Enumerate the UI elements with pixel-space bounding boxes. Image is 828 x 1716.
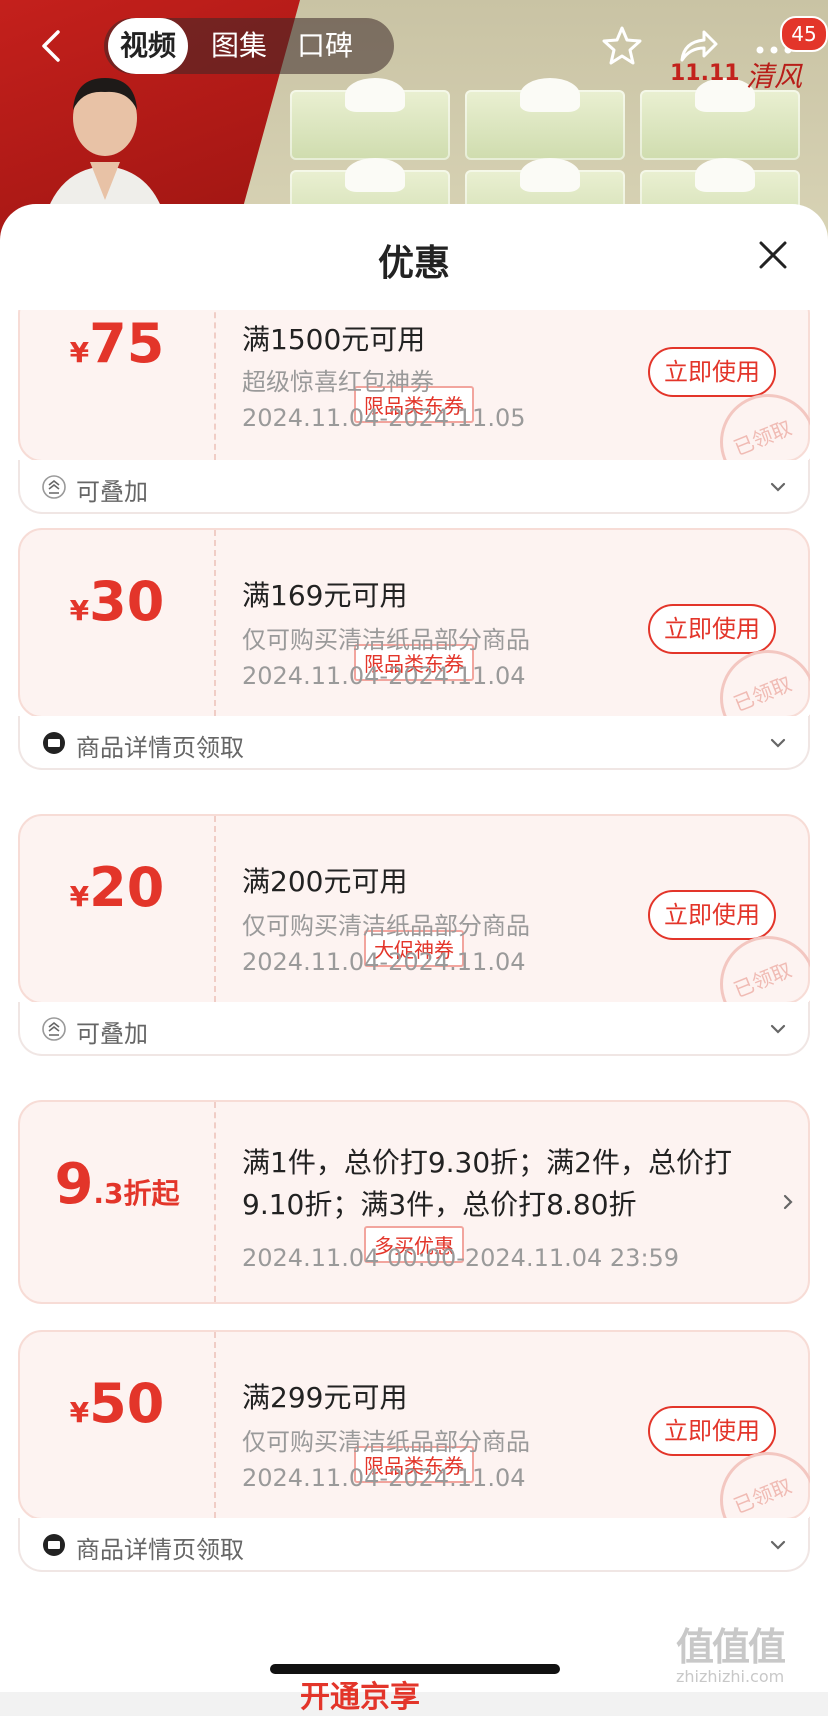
discount-rate: 9.3折起 [54,1152,180,1217]
coupon-condition: 满200元可用 [242,865,408,898]
home-indicator [270,1664,560,1674]
coupon-date: 2024.11.04-2024.11.05 [242,404,526,432]
footer-label: 商品详情页领取 [76,734,244,762]
coupon-item: ¥20 大促神券 满200元可用 仅可购买清洁纸品部分商品 2024.11.04… [18,814,810,1056]
tab-gallery[interactable]: 图集 [202,18,276,74]
coupon-description: 仅可购买清洁纸品部分商品 [242,1428,530,1456]
claimed-stamp: 已领取 [710,936,810,1006]
use-now-button[interactable]: 立即使用 [648,347,776,397]
top-navigation: 视频 图集 口碑 45 [0,14,828,78]
use-now-button[interactable]: 立即使用 [648,604,776,654]
ticket-icon [43,732,65,754]
coupon-item: ¥50 限品类东券 满299元可用 仅可购买清洁纸品部分商品 2024.11.0… [18,1330,810,1572]
tab-reviews[interactable]: 口碑 [288,18,362,74]
coupon-description: 超级惊喜红包神券 [242,368,434,396]
coupon-list[interactable]: ¥75 限品类东券 满1500元可用 超级惊喜红包神券 2024.11.04-2… [0,310,828,1692]
star-icon[interactable] [598,22,646,70]
back-arrow-icon[interactable] [34,28,70,64]
share-icon[interactable] [674,22,722,70]
coupon-description: 仅可购买清洁纸品部分商品 [242,912,530,940]
coupon-description: 仅可购买清洁纸品部分商品 [242,626,530,654]
coupon-sheet: 优惠 ¥75 限品类东券 满1500元可用 超级惊喜红包神券 2024.11.0… [0,204,828,1692]
chevron-down-icon [770,1024,786,1034]
coupon-footer[interactable]: 可叠加 [18,1002,810,1056]
coupon-item: ¥75 限品类东券 满1500元可用 超级惊喜红包神券 2024.11.04-2… [18,310,810,514]
coupon-footer[interactable]: 可叠加 [18,460,810,514]
coupon-card: ¥30 限品类东券 满169元可用 仅可购买清洁纸品部分商品 2024.11.0… [18,528,810,720]
coupon-date: 2024.11.04-2024.11.04 [242,1464,526,1492]
coupon-date: 2024.11.04 00:00-2024.11.04 23:59 [242,1244,680,1272]
footer-label: 可叠加 [76,1020,148,1048]
coupon-amount: ¥20 [69,856,165,919]
coupon-date: 2024.11.04-2024.11.04 [242,948,526,976]
coupon-footer[interactable]: 商品详情页领取 [18,716,810,770]
claimed-stamp: 已领取 [710,394,810,464]
site-watermark: 值值值 zhizhizhi.com [676,1625,786,1686]
media-tab-switcher: 视频 图集 口碑 [104,18,394,74]
membership-banner-peek[interactable]: 开通京享 [300,1672,420,1716]
claimed-stamp: 已领取 [710,1452,810,1522]
notification-badge: 45 [780,16,828,52]
chevron-right-icon[interactable] [778,1192,798,1212]
multi-buy-condition: 满1件，总价打9.30折；满2件，总价打9.10折；满3件，总价打8.80折 [242,1146,732,1221]
chevron-down-icon [770,482,786,492]
coupon-amount: ¥30 [69,570,165,633]
use-now-button[interactable]: 立即使用 [648,890,776,940]
coupon-date: 2024.11.04-2024.11.04 [242,662,526,690]
tab-video[interactable]: 视频 [108,18,188,74]
footer-label: 可叠加 [76,478,148,506]
coupon-condition: 满299元可用 [242,1381,408,1414]
coupon-footer[interactable]: 商品详情页领取 [18,1518,810,1572]
multi-buy-card[interactable]: 9.3折起 多买优惠 满1件，总价打9.30折；满2件，总价打9.10折；满3件… [18,1100,810,1304]
coupon-item[interactable]: 9.3折起 多买优惠 满1件，总价打9.30折；满2件，总价打9.10折；满3件… [18,1100,810,1304]
coupon-card: ¥75 限品类东券 满1500元可用 超级惊喜红包神券 2024.11.04-2… [18,310,810,464]
coupon-item: ¥30 限品类东券 满169元可用 仅可购买清洁纸品部分商品 2024.11.0… [18,528,810,770]
coupon-amount: ¥50 [69,1372,165,1435]
coupon-amount: ¥75 [69,312,165,375]
footer-label: 商品详情页领取 [76,1536,244,1564]
chevron-down-icon [770,738,786,748]
coupon-card: ¥50 限品类东券 满299元可用 仅可购买清洁纸品部分商品 2024.11.0… [18,1330,810,1522]
chevron-down-icon [770,1540,786,1550]
close-icon[interactable] [758,240,788,270]
coupon-card: ¥20 大促神券 满200元可用 仅可购买清洁纸品部分商品 2024.11.04… [18,814,810,1006]
stack-icon [42,475,66,499]
coupon-condition: 满1500元可用 [242,323,426,356]
ticket-icon [43,1534,65,1556]
use-now-button[interactable]: 立即使用 [648,1406,776,1456]
stack-icon [42,1017,66,1041]
claimed-stamp: 已领取 [710,650,810,720]
coupon-condition: 满169元可用 [242,579,408,612]
sheet-title: 优惠 [377,243,450,284]
